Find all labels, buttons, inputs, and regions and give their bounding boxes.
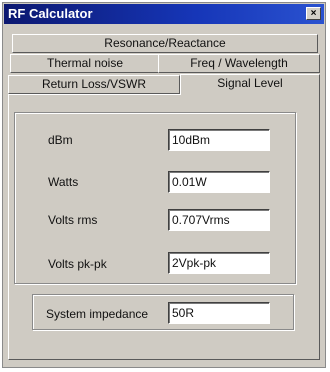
dbm-field[interactable]: 10dBm — [168, 129, 270, 151]
tab-thermal-noise[interactable]: Thermal noise — [10, 54, 160, 73]
dbm-label: dBm — [48, 133, 73, 147]
system-impedance-field[interactable]: 50R — [168, 302, 270, 324]
tab-return-loss-vswr[interactable]: Return Loss/VSWR — [8, 75, 180, 94]
close-icon[interactable]: × — [306, 7, 321, 20]
tab-resonance-reactance[interactable]: Resonance/Reactance — [12, 34, 318, 53]
volts-pk-pk-label: Volts pk-pk — [48, 257, 107, 271]
title-bar[interactable]: RF Calculator × — [4, 4, 324, 24]
volts-pk-pk-field[interactable]: 2Vpk-pk — [168, 252, 270, 274]
system-impedance-label: System impedance — [46, 307, 149, 321]
tab-freq-wavelength[interactable]: Freq / Wavelength — [158, 54, 320, 73]
watts-field[interactable]: 0.01W — [168, 171, 270, 193]
volts-rms-label: Volts rms — [48, 213, 98, 227]
window-title: RF Calculator — [8, 6, 93, 21]
watts-label: Watts — [48, 175, 79, 189]
tab-signal-level[interactable]: Signal Level — [180, 74, 320, 95]
volts-rms-field[interactable]: 0.707Vrms — [168, 209, 270, 231]
